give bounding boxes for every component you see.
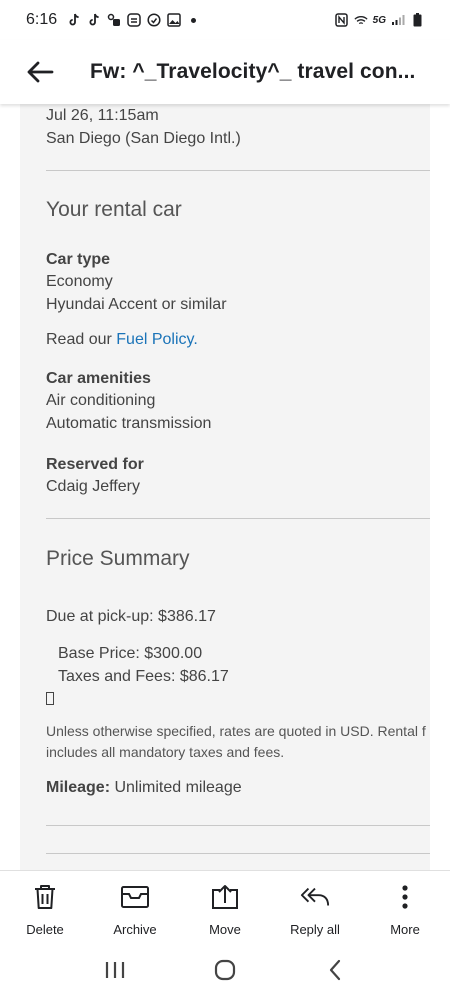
app-bar: Fw: ^_Travelocity^_ travel con... [0, 40, 450, 104]
car-class: Economy [46, 273, 113, 290]
reply-all-button[interactable]: Reply all [270, 871, 360, 941]
nfc-icon [335, 13, 349, 27]
mileage-line: Mileage: Unlimited mileage [46, 776, 430, 799]
recent-apps-button[interactable] [90, 950, 140, 990]
status-right: 5G [335, 13, 424, 27]
reply-all-label: Reply all [290, 922, 340, 937]
more-label: More [390, 922, 420, 937]
mileage-label: Mileage: [46, 779, 111, 796]
gallery-icon [167, 13, 181, 27]
email-content[interactable]: Jul 26, 11:15am San Diego (San Diego Int… [0, 104, 450, 870]
move-button[interactable]: Move [180, 871, 270, 941]
rates-note-line2: includes all mandatory taxes and fees. [46, 744, 285, 760]
status-time: 6:16 [26, 11, 58, 28]
wifi-icon [354, 13, 368, 27]
trash-icon [30, 882, 60, 912]
divider [46, 518, 430, 519]
battery-icon [410, 13, 424, 27]
network-type: 5G [372, 14, 386, 26]
taxes-and-fees: Taxes and Fees: $86.17 [58, 668, 229, 685]
amenity-item: Automatic transmission [46, 415, 212, 432]
divider [46, 170, 430, 171]
base-price: Base Price: $300.00 [58, 645, 203, 662]
recent-apps-icon [105, 962, 125, 978]
car-model: Hyundai Accent or similar [46, 296, 227, 313]
rental-car-heading: Your rental car [46, 198, 182, 221]
move-label: Move [209, 922, 241, 937]
pickup-location: San Diego (San Diego Intl.) [46, 130, 241, 147]
delete-label: Delete [26, 922, 64, 937]
back-arrow-icon [27, 61, 54, 83]
due-at-pickup: Due at pick-up: $386.17 [46, 608, 216, 625]
amenity-item: Air conditioning [46, 392, 156, 409]
delete-button[interactable]: Delete [0, 871, 90, 941]
cast-app-icon [127, 13, 141, 27]
rates-note-line1: Unless otherwise specified, rates are qu… [46, 723, 426, 739]
home-icon [214, 959, 236, 981]
fuel-policy-link[interactable]: Fuel Policy. [116, 331, 198, 348]
car-amenities-label: Car amenities [46, 370, 151, 387]
car-type-label: Car type [46, 251, 111, 268]
tiktok-icon [67, 13, 81, 27]
email-subject-title: Fw: ^_Travelocity^_ travel con... [90, 60, 416, 83]
tiktok-icon [87, 13, 101, 27]
shield-app-icon [147, 13, 161, 27]
divider [46, 853, 430, 854]
pickup-datetime: Jul 26, 11:15am [46, 107, 159, 124]
more-vertical-icon [390, 882, 420, 912]
link-app-icon [107, 13, 121, 27]
back-chevron-icon [329, 959, 341, 981]
more-button[interactable]: More [360, 871, 450, 941]
reply-all-icon [300, 882, 330, 912]
reserved-name: Cdaig Jeffery [46, 478, 140, 495]
move-icon [210, 882, 240, 912]
fuel-policy-prefix: Read our [46, 331, 117, 348]
archive-label: Archive [113, 922, 157, 937]
archive-button[interactable]: Archive [90, 871, 180, 941]
email-action-toolbar: Delete Archive Move Reply all More [0, 870, 450, 940]
divider [46, 825, 430, 826]
more-notifications-dot [191, 17, 197, 23]
archive-icon [120, 882, 150, 912]
back-nav-button[interactable] [310, 950, 360, 990]
system-nav-bar [0, 940, 450, 1000]
price-summary-heading: Price Summary [46, 547, 190, 570]
back-button[interactable] [20, 52, 60, 92]
missing-glyph-box [46, 692, 430, 710]
home-button[interactable] [200, 950, 250, 990]
mileage-value: Unlimited mileage [110, 779, 242, 796]
fuel-policy-line: Read our Fuel Policy. [46, 328, 430, 351]
status-left: 6:16 [26, 11, 197, 29]
status-bar: 6:16 5G [0, 0, 450, 40]
reserved-for-label: Reserved for [46, 456, 144, 473]
email-body: Jul 26, 11:15am San Diego (San Diego Int… [20, 104, 430, 870]
signal-icon [391, 13, 405, 27]
